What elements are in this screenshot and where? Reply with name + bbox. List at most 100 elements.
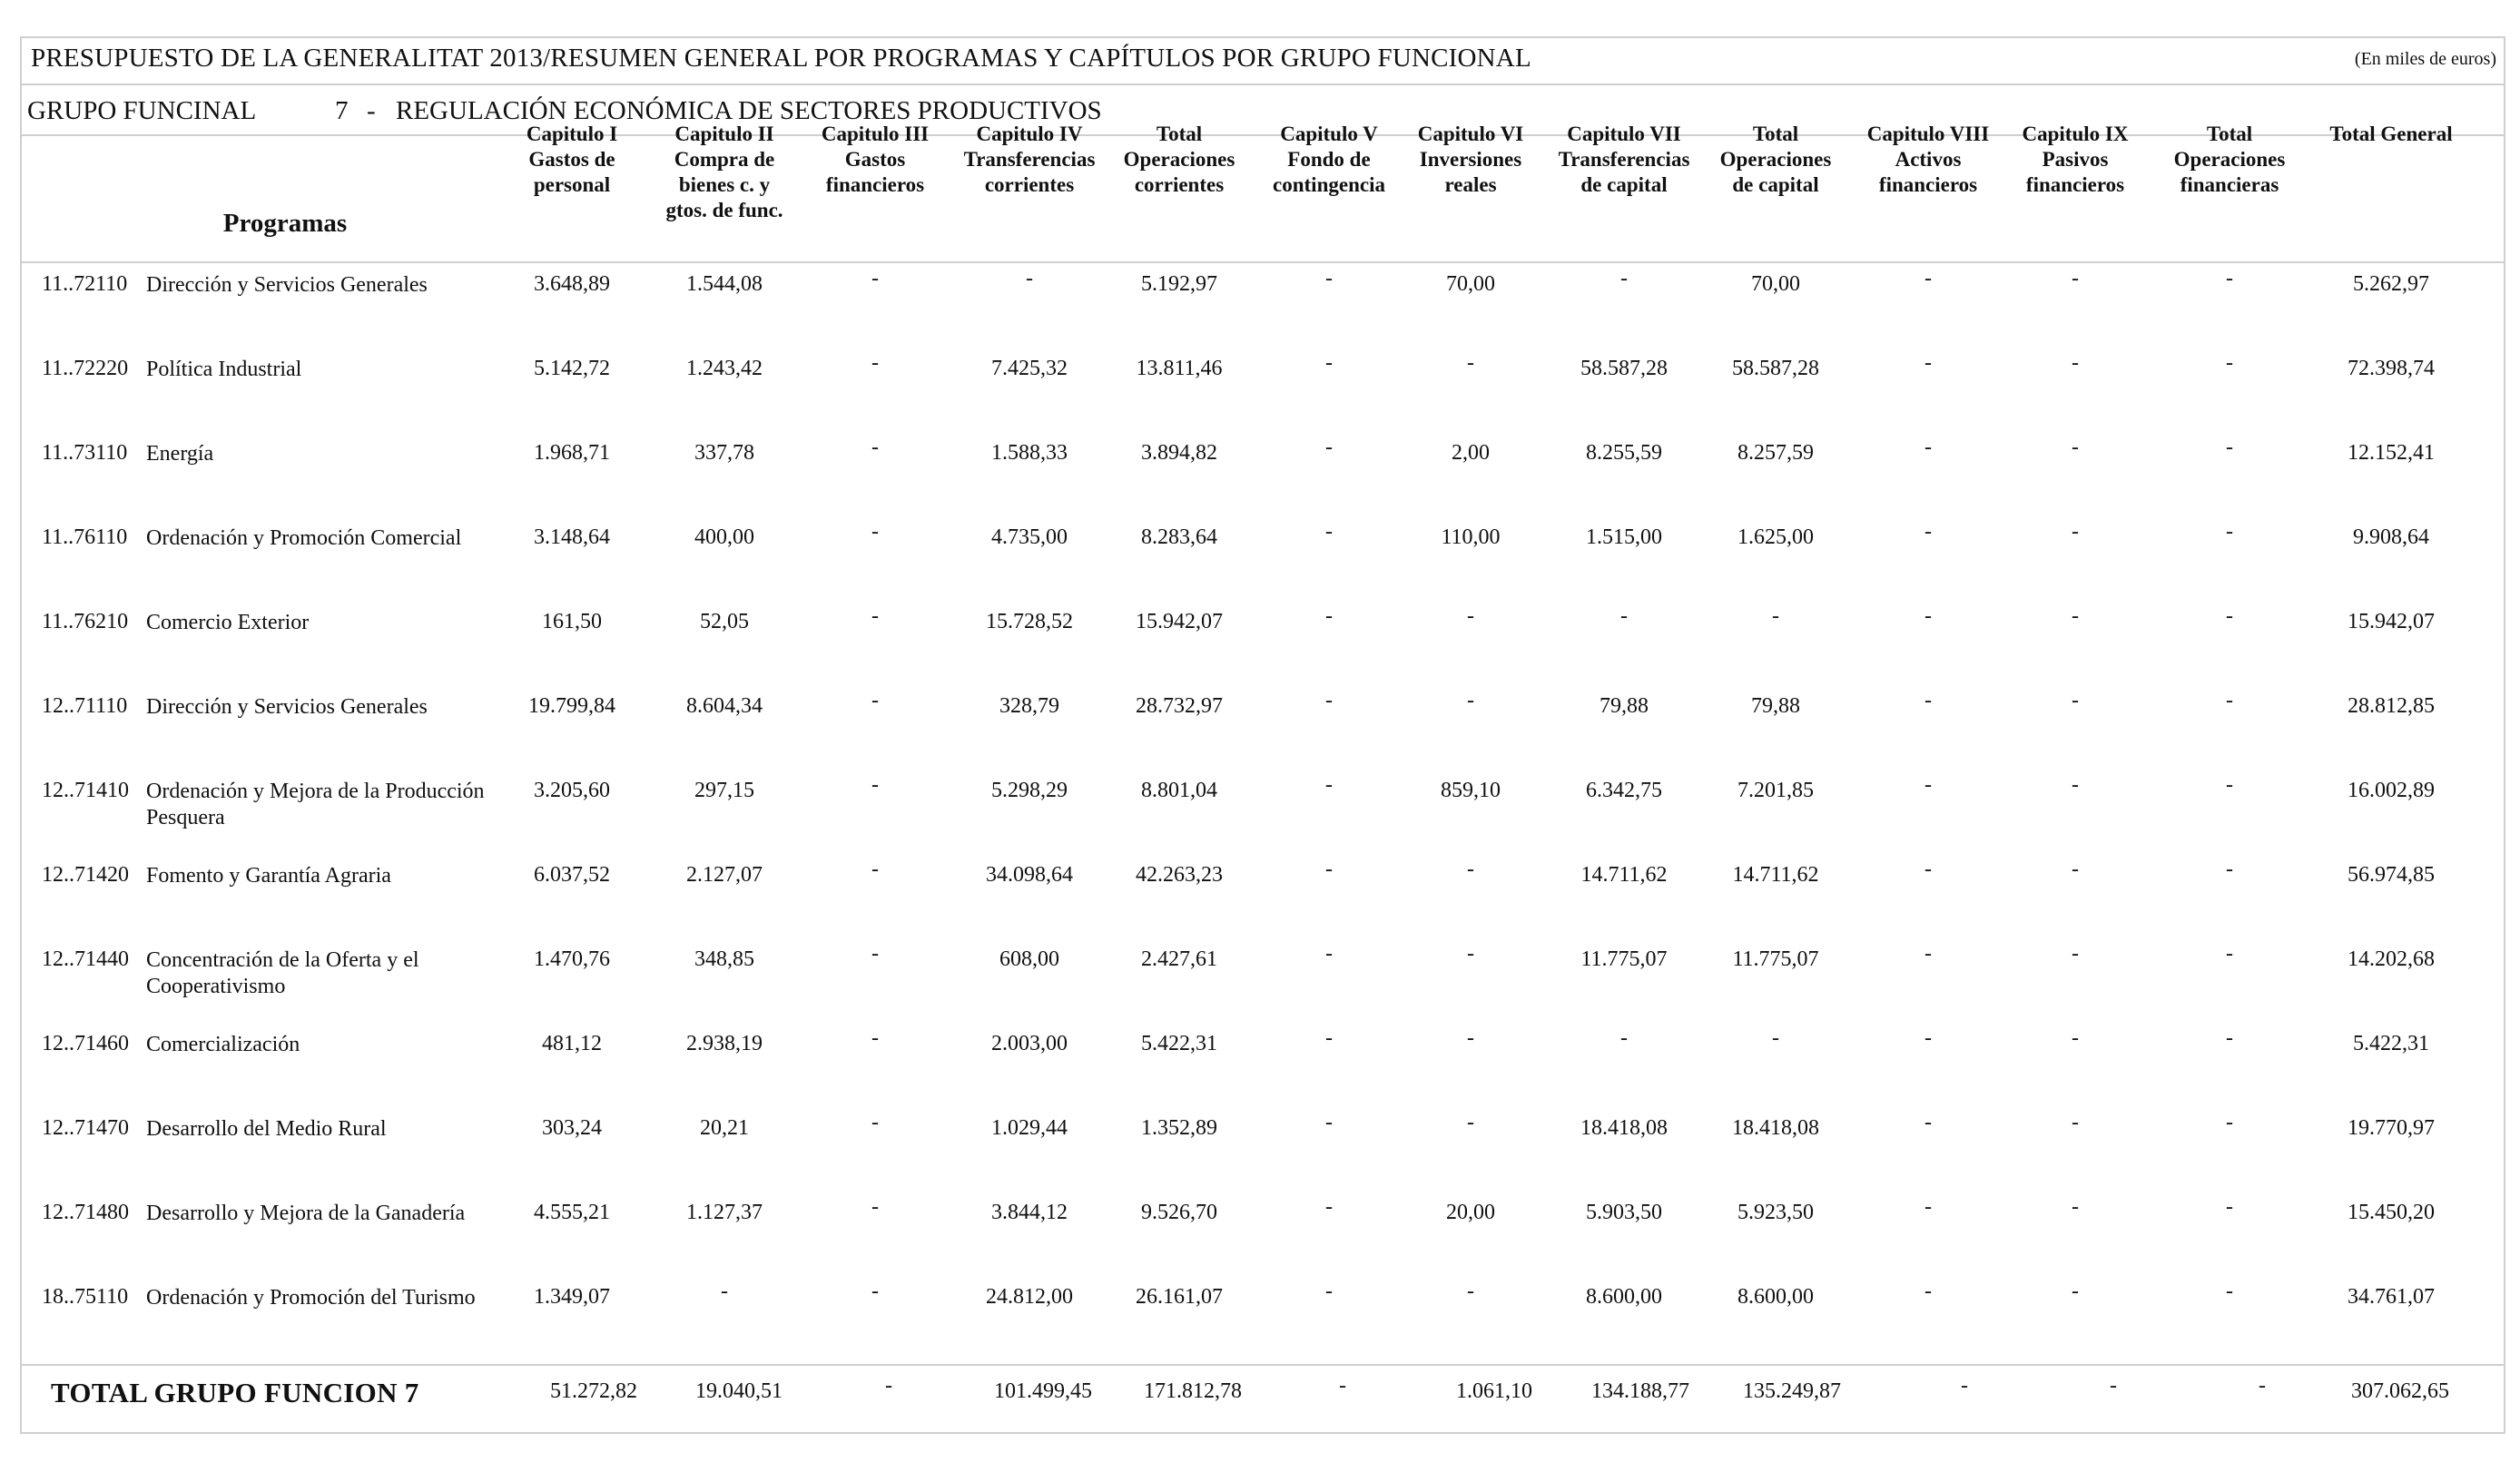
table-cell: 5.262,97	[2353, 272, 2429, 296]
total-cell: 101.499,45	[994, 1379, 1092, 1403]
table-cell: -	[871, 436, 879, 459]
column-header: Total Operaciones de capital	[1719, 123, 1832, 196]
programs-header: Programas	[222, 209, 348, 238]
table-cell: -	[2226, 436, 2233, 459]
table-cell: -	[2072, 1280, 2079, 1303]
title-row: PRESUPUESTO DE LA GENERALITAT 2013/RESUM…	[22, 38, 2504, 85]
table-cell: 3.148,64	[534, 525, 610, 549]
program-code: 11..76210	[42, 610, 129, 633]
total-cell: 135.249,87	[1743, 1379, 1841, 1403]
table-cell: 8.255,59	[1586, 441, 1662, 465]
table-header: Programas Capitulo I Gastos de personal C…	[22, 123, 2504, 263]
table-cell: 9.908,64	[2353, 525, 2429, 549]
table-cell: 11.775,07	[1580, 947, 1668, 971]
table-cell: 14.202,68	[2348, 947, 2435, 971]
table-cell: 28.812,85	[2348, 694, 2435, 718]
program-name: Dirección y Servicios Generales	[146, 695, 428, 719]
table-cell: -	[2072, 604, 2079, 628]
table-cell: -	[1924, 267, 1932, 290]
table-cell: 400,00	[694, 525, 754, 549]
table-cell: 110,00	[1441, 525, 1501, 549]
total-cell: 307.062,65	[2351, 1379, 2449, 1403]
table-cell: 337,78	[694, 441, 754, 465]
table-cell: 16.002,89	[2348, 779, 2435, 802]
table-row: 11..72220 Política Industrial 5.142,72 1.24…	[22, 351, 2504, 439]
table-cell: 1.544,08	[686, 272, 763, 296]
table-cell: -	[871, 604, 879, 628]
table-cell: -	[1620, 267, 1628, 290]
table-cell: 5.192,97	[1141, 272, 1217, 296]
table-cell: -	[1325, 267, 1333, 290]
table-row: 18..75110 Ordenación y Promoción del Turi…	[22, 1280, 2504, 1368]
table-cell: -	[1325, 773, 1333, 797]
table-cell: 5.422,31	[2353, 1032, 2429, 1055]
table-cell: 5.298,29	[991, 779, 1068, 802]
program-name: Ordenación y Promoción del Turismo	[146, 1286, 476, 1310]
table-cell: -	[1924, 1111, 1932, 1134]
table-cell: 34.098,64	[986, 863, 1073, 887]
table-cell: 34.761,07	[2348, 1285, 2435, 1309]
column-header: Capitulo III Gastos financieros	[821, 123, 930, 196]
table-cell: 2,00	[1452, 441, 1490, 465]
table-cell: 2.127,07	[686, 863, 763, 887]
table-cell: -	[1467, 942, 1474, 966]
program-code: 11..72220	[42, 357, 129, 380]
table-cell: -	[1325, 520, 1333, 544]
total-cell: 19.040,51	[695, 1379, 783, 1403]
table-cell: 13.811,46	[1136, 357, 1223, 380]
table-cell: -	[1620, 1026, 1628, 1050]
table-cell: -	[2072, 351, 2079, 375]
program-name: Política Industrial	[146, 358, 302, 381]
table-cell: -	[2072, 436, 2079, 459]
table-cell: 18.418,08	[1732, 1116, 1819, 1140]
group-number: 7	[335, 96, 349, 125]
table-cell: -	[871, 1026, 879, 1050]
budget-sheet: PRESUPUESTO DE LA GENERALITAT 2013/RESUM…	[20, 36, 2505, 1434]
table-cell: -	[1467, 689, 1474, 712]
table-row: 12..71440 Concentración de la Oferta y el…	[22, 942, 2504, 1030]
table-cell: 3.648,89	[534, 272, 610, 296]
table-cell: 79,88	[1600, 694, 1649, 718]
table-cell: -	[2072, 1195, 2079, 1219]
program-code: 18..75110	[42, 1285, 129, 1309]
table-cell: 4.555,21	[534, 1201, 610, 1224]
table-cell: 14.711,62	[1580, 863, 1668, 887]
table-row: 11..72110 Dirección y Servicios Generales…	[22, 267, 2504, 355]
table-cell: 52,05	[700, 610, 749, 633]
table-cell: -	[2072, 520, 2079, 544]
table-cell: -	[1467, 1026, 1474, 1050]
table-cell: -	[2072, 1111, 2079, 1134]
program-code: 12..71410	[42, 779, 129, 802]
table-cell: 328,79	[999, 694, 1059, 718]
table-cell: -	[871, 858, 879, 881]
table-cell: -	[1467, 1111, 1474, 1134]
table-cell: 2.003,00	[991, 1032, 1068, 1055]
table-cell: -	[871, 942, 879, 966]
table-cell: 8.801,04	[1141, 779, 1217, 802]
table-cell: 5.142,72	[534, 357, 610, 380]
column-header: Capitulo I Gastos de personal	[526, 123, 618, 196]
table-cell: -	[1325, 942, 1333, 966]
table-cell: -	[1772, 1026, 1779, 1050]
table-cell: -	[2226, 1111, 2233, 1134]
table-cell: -	[1620, 604, 1628, 628]
program-name: Desarrollo del Medio Rural	[146, 1117, 387, 1141]
table-cell: -	[2226, 689, 2233, 712]
program-code: 12..71480	[42, 1201, 129, 1224]
table-cell: 58.587,28	[1580, 357, 1668, 380]
table-cell: -	[1924, 942, 1932, 966]
table-cell: 859,10	[1441, 779, 1501, 802]
table-cell: -	[1924, 1280, 1932, 1303]
program-name: Ordenación y Mejora de la Producción Pes…	[146, 780, 485, 829]
table-cell: -	[1772, 604, 1779, 628]
program-name: Desarrollo y Mejora de la Ganadería	[146, 1202, 466, 1225]
table-cell: -	[2072, 773, 2079, 797]
table-cell: -	[1325, 1111, 1333, 1134]
table-row: 11..76110 Ordenación y Promoción Comercia…	[22, 520, 2504, 608]
table-row: 12..71110 Dirección y Servicios Generales…	[22, 689, 2504, 777]
program-name: Dirección y Servicios Generales	[146, 273, 428, 297]
table-cell: 4.735,00	[991, 525, 1068, 549]
column-header: Capitulo IV Transferencias corrientes	[963, 123, 1096, 196]
table-cell: -	[871, 267, 879, 290]
table-cell: 20,00	[1446, 1201, 1495, 1224]
